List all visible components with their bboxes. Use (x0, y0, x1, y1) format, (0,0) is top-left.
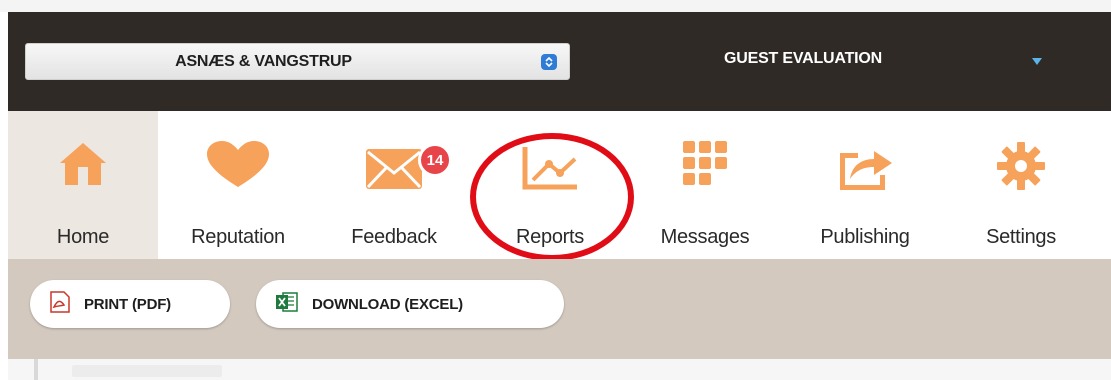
nav-label-reputation: Reputation (191, 226, 285, 248)
nav-item-reports[interactable]: Reports (470, 111, 630, 259)
content-placeholder (72, 365, 222, 377)
nav-label-publishing: Publishing (820, 226, 910, 248)
home-icon (58, 141, 108, 192)
nav-item-messages[interactable]: Messages (630, 111, 780, 259)
top-strip (0, 0, 1111, 12)
property-select[interactable]: ASNÆS & VANGSTRUP (25, 43, 570, 80)
print-pdf-label: PRINT (PDF) (84, 295, 171, 313)
select-arrows-icon (541, 54, 557, 70)
nav-label-messages: Messages (660, 226, 750, 248)
nav-label-feedback: Feedback (351, 226, 437, 248)
nav-label-settings: Settings (986, 226, 1056, 248)
report-toolbar: PRINT (PDF) DOWNLOAD (EXCEL) (8, 259, 1111, 359)
nav-item-settings[interactable]: Settings (950, 111, 1092, 259)
nav-item-reputation[interactable]: Reputation (158, 111, 318, 259)
nav-item-feedback[interactable]: 14 Feedback (318, 111, 470, 259)
content-area-top (8, 359, 1111, 380)
download-excel-button[interactable]: DOWNLOAD (EXCEL) (256, 280, 564, 328)
nav-label-home: Home (56, 226, 110, 248)
grid-icon (683, 141, 727, 194)
line-chart-icon (521, 147, 579, 196)
property-select-label: ASNÆS & VANGSTRUP (175, 52, 352, 70)
excel-icon (276, 291, 298, 317)
main-nav: Home Reputation 14 Feedback Reports Mess… (8, 111, 1111, 259)
nav-item-home[interactable]: Home (8, 111, 158, 259)
heart-icon (205, 141, 271, 194)
feedback-count-badge: 14 (418, 143, 452, 177)
nav-label-reports: Reports (516, 226, 584, 248)
guest-evaluation-label[interactable]: GUEST EVALUATION (648, 50, 958, 68)
share-icon (836, 143, 894, 196)
nav-item-publishing[interactable]: Publishing (780, 111, 950, 259)
chevron-down-icon[interactable] (1032, 58, 1042, 65)
download-excel-label: DOWNLOAD (EXCEL) (312, 295, 463, 313)
gear-icon (996, 141, 1046, 196)
pdf-icon (50, 291, 70, 317)
print-pdf-button[interactable]: PRINT (PDF) (30, 280, 230, 328)
envelope-icon: 14 (366, 143, 452, 194)
content-divider (34, 359, 38, 380)
app-header: ASNÆS & VANGSTRUP GUEST EVALUATION (8, 12, 1111, 111)
